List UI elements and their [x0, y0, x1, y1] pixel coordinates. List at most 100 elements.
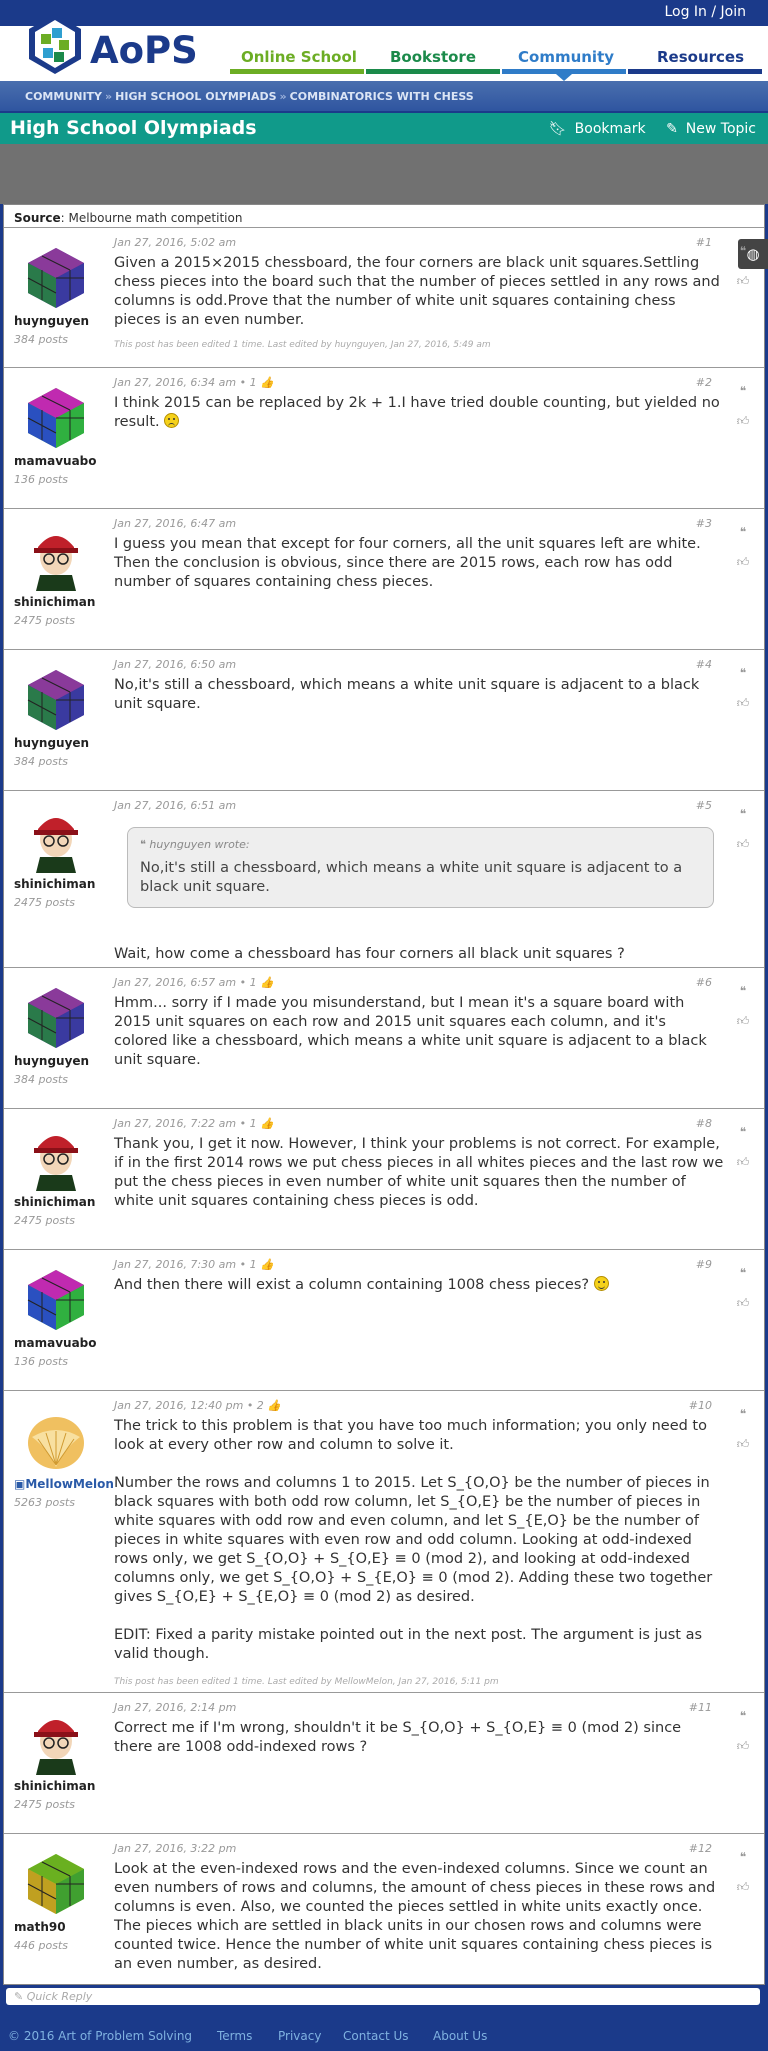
post-date[interactable]: Jan 27, 2016, 3:22 pm: [114, 1842, 236, 1855]
source-value: : Melbourne math competition: [60, 211, 243, 225]
post-date[interactable]: Jan 27, 2016, 12:40 pm • 2 👍: [114, 1399, 281, 1412]
quick-reply-input[interactable]: ✎ Quick Reply: [6, 1988, 760, 2005]
username[interactable]: shinichiman: [14, 1779, 95, 1793]
post-date[interactable]: Jan 27, 2016, 7:22 am • 1 👍: [114, 1117, 274, 1130]
quote-icon[interactable]: ❝: [736, 799, 750, 829]
post-body: Look at the even-indexed rows and the ev…: [114, 1860, 724, 1993]
footer-about-link[interactable]: About Us: [433, 2029, 487, 2043]
post-text: Look at the even-indexed rows and the ev…: [114, 1861, 716, 1972]
quote-icon[interactable]: ❝: [736, 976, 750, 1006]
like-icon[interactable]: 👍︎: [736, 1429, 750, 1459]
user-avatar[interactable]: [24, 1852, 88, 1916]
post-date[interactable]: Jan 27, 2016, 6:50 am: [114, 658, 236, 671]
breadcrumb-topic[interactable]: COMBINATORICS WITH CHESS: [290, 90, 474, 103]
post-text: The trick to this problem is that you ha…: [114, 1418, 707, 1453]
user-avatar[interactable]: [24, 386, 88, 450]
username[interactable]: shinichiman: [14, 595, 95, 609]
post-number[interactable]: #6: [696, 976, 712, 989]
ad-banner-area: [0, 144, 768, 204]
post-number[interactable]: #3: [696, 517, 712, 530]
username[interactable]: mamavuabo: [14, 454, 97, 468]
new-topic-button[interactable]: ✎ New Topic: [658, 121, 756, 137]
like-icon[interactable]: 👍︎: [736, 1006, 750, 1036]
user-avatar[interactable]: [24, 986, 88, 1050]
like-icon[interactable]: 👍︎: [736, 1288, 750, 1318]
post-number[interactable]: #1: [696, 236, 712, 249]
post-number[interactable]: #4: [696, 658, 712, 671]
quote-icon[interactable]: ❝: [736, 1701, 750, 1731]
quote-icon[interactable]: ❝: [736, 376, 750, 406]
aops-logo-icon[interactable]: [25, 12, 85, 78]
username[interactable]: math90: [14, 1920, 66, 1934]
post-count: 2475 posts: [14, 1214, 75, 1227]
moderator-badge-icon: ▣: [14, 1477, 26, 1491]
footer-contact-link[interactable]: Contact Us: [343, 2029, 409, 2043]
post-date[interactable]: Jan 27, 2016, 6:51 am: [114, 799, 236, 812]
user-avatar[interactable]: [24, 246, 88, 310]
breadcrumb-forum[interactable]: HIGH SCHOOL OLYMPIADS: [115, 90, 276, 103]
username[interactable]: shinichiman: [14, 1195, 95, 1209]
like-icon[interactable]: 👍︎: [736, 1872, 750, 1902]
post-date[interactable]: Jan 27, 2016, 6:47 am: [114, 517, 236, 530]
post: shinichiman 2475 posts Jan 27, 2016, 2:1…: [4, 1692, 764, 1833]
post-date[interactable]: Jan 27, 2016, 6:34 am • 1 👍: [114, 376, 274, 389]
user-avatar[interactable]: [24, 668, 88, 732]
user-avatar[interactable]: [24, 1127, 88, 1191]
post-date[interactable]: Jan 27, 2016, 2:14 pm: [114, 1701, 236, 1714]
post-count: 2475 posts: [14, 896, 75, 909]
post-date[interactable]: Jan 27, 2016, 6:57 am • 1 👍: [114, 976, 274, 989]
user-avatar[interactable]: [24, 809, 88, 873]
post-number[interactable]: #9: [696, 1258, 712, 1271]
post-text: Hmm... sorry if I made you misunderstand…: [114, 995, 707, 1068]
username[interactable]: huynguyen: [14, 314, 89, 328]
username[interactable]: mamavuabo: [14, 1336, 97, 1350]
username[interactable]: huynguyen: [14, 736, 89, 750]
post-actions: ❝ 👍︎: [736, 1842, 750, 1902]
post-text: Given a 2015×2015 chessboard, the four c…: [114, 255, 720, 328]
quote-icon[interactable]: ❝: [736, 658, 750, 688]
post-text: Correct me if I'm wrong, shouldn't it be…: [114, 1720, 682, 1755]
user-avatar[interactable]: [24, 527, 88, 591]
user-avatar[interactable]: [24, 1711, 88, 1775]
nav-bookstore[interactable]: Bookstore: [390, 48, 476, 66]
username[interactable]: huynguyen: [14, 1054, 89, 1068]
post-number[interactable]: #11: [689, 1701, 712, 1714]
nav-community[interactable]: Community: [518, 48, 614, 66]
like-icon[interactable]: 👍︎: [736, 1731, 750, 1761]
user-avatar[interactable]: [24, 1268, 88, 1332]
like-icon[interactable]: 👍︎: [736, 406, 750, 436]
quote-icon[interactable]: ❝: [736, 1842, 750, 1872]
like-icon[interactable]: 👍︎: [736, 688, 750, 718]
post-number[interactable]: #5: [696, 799, 712, 812]
post-number[interactable]: #12: [689, 1842, 712, 1855]
quote-icon[interactable]: ❝: [736, 1399, 750, 1429]
login-link[interactable]: Log In / Join: [664, 4, 746, 20]
username[interactable]: shinichiman: [14, 877, 95, 891]
bookmark-button[interactable]: 🔖︎ Bookmark: [541, 121, 646, 137]
like-icon[interactable]: 👍︎: [736, 547, 750, 577]
like-icon[interactable]: 👍︎: [736, 829, 750, 859]
like-icon[interactable]: 👍︎: [736, 266, 750, 296]
quote-icon[interactable]: ❝: [736, 1117, 750, 1147]
user-avatar[interactable]: [24, 1409, 88, 1473]
post-number[interactable]: #2: [696, 376, 712, 389]
logo-text[interactable]: AoPS: [90, 29, 198, 72]
post-actions: ❝ 👍︎: [736, 1701, 750, 1761]
nav-resources[interactable]: Resources: [657, 48, 744, 66]
footer-privacy-link[interactable]: Privacy: [278, 2029, 321, 2043]
quote-icon[interactable]: ❝: [736, 236, 750, 266]
quote-icon[interactable]: ❝: [736, 517, 750, 547]
like-icon[interactable]: 👍︎: [736, 1147, 750, 1177]
post: math90 446 posts Jan 27, 2016, 3:22 pm #…: [4, 1833, 764, 1986]
post-date[interactable]: Jan 27, 2016, 7:30 am • 1 👍: [114, 1258, 274, 1271]
footer-copyright: © 2016 Art of Problem Solving: [8, 2029, 193, 2043]
post-number[interactable]: #8: [696, 1117, 712, 1130]
post-number[interactable]: #10: [689, 1399, 712, 1412]
post-date[interactable]: Jan 27, 2016, 5:02 am: [114, 236, 236, 249]
nav-online-school[interactable]: Online School: [241, 48, 357, 66]
footer-terms-link[interactable]: Terms: [217, 2029, 252, 2043]
username[interactable]: ▣MellowMelon: [14, 1477, 114, 1491]
breadcrumb-community[interactable]: COMMUNITY: [25, 90, 102, 103]
quote-icon[interactable]: ❝: [736, 1258, 750, 1288]
forum-title[interactable]: High School Olympiads: [10, 117, 257, 139]
